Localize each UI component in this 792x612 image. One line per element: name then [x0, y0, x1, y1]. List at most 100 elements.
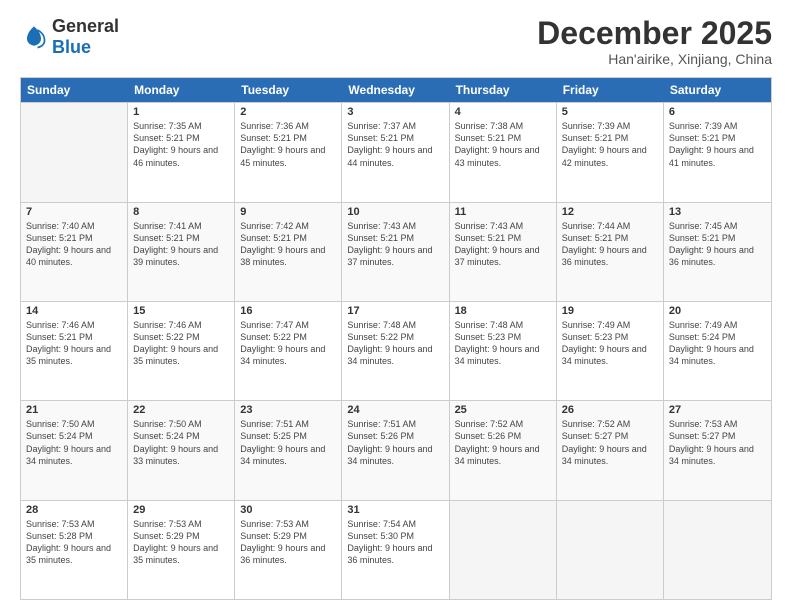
day-number: 30 [240, 504, 336, 516]
calendar: Sunday Monday Tuesday Wednesday Thursday… [20, 77, 772, 600]
day-number: 14 [26, 305, 122, 317]
day-number: 27 [669, 404, 766, 416]
day-number: 29 [133, 504, 229, 516]
table-row: 1Sunrise: 7:35 AMSunset: 5:21 PMDaylight… [128, 103, 235, 201]
day-number: 26 [562, 404, 658, 416]
calendar-row-3: 21 Sunrise: 7:50 AMSunset: 5:24 PMDayligh… [21, 400, 771, 499]
calendar-row-4: 28 Sunrise: 7:53 AMSunset: 5:28 PMDayligh… [21, 500, 771, 599]
day-number: 11 [455, 206, 551, 218]
table-row: 11Sunrise: 7:43 AMSunset: 5:21 PMDayligh… [450, 203, 557, 301]
calendar-body: 1Sunrise: 7:35 AMSunset: 5:21 PMDaylight… [21, 102, 771, 599]
table-row: 31Sunrise: 7:54 AMSunset: 5:30 PMDayligh… [342, 501, 449, 599]
table-row [664, 501, 771, 599]
logo-general: General [52, 16, 119, 36]
weekday-friday: Friday [557, 78, 664, 102]
table-row: 3 Sunrise: 7:37 AMSunset: 5:21 PMDaylight… [342, 103, 449, 201]
table-row: 16Sunrise: 7:47 AMSunset: 5:22 PMDayligh… [235, 302, 342, 400]
cell-info: Sunrise: 7:42 AMSunset: 5:21 PMDaylight:… [240, 220, 336, 269]
weekday-tuesday: Tuesday [235, 78, 342, 102]
table-row: 23 Sunrise: 7:51 AMSunset: 5:25 PMDayligh… [235, 401, 342, 499]
day-number: 21 [26, 404, 122, 416]
weekday-wednesday: Wednesday [342, 78, 449, 102]
day-number: 12 [562, 206, 658, 218]
table-row: 9Sunrise: 7:42 AMSunset: 5:21 PMDaylight… [235, 203, 342, 301]
day-number: 8 [133, 206, 229, 218]
location: Han'airike, Xinjiang, China [537, 51, 772, 67]
cell-info: Sunrise: 7:37 AMSunset: 5:21 PMDaylight:… [347, 120, 443, 169]
cell-info: Sunrise: 7:49 AMSunset: 5:24 PMDaylight:… [669, 319, 766, 368]
day-number: 10 [347, 206, 443, 218]
table-row: 5 Sunrise: 7:39 AMSunset: 5:21 PMDaylight… [557, 103, 664, 201]
cell-info: Sunrise: 7:53 AMSunset: 5:28 PMDaylight:… [26, 518, 122, 567]
day-number: 2 [240, 106, 336, 118]
cell-info: Sunrise: 7:39 AMSunset: 5:21 PMDaylight:… [669, 120, 766, 169]
header: General Blue December 2025 Han'airike, X… [20, 16, 772, 67]
table-row: 30 Sunrise: 7:53 AMSunset: 5:29 PMDayligh… [235, 501, 342, 599]
table-row: 26 Sunrise: 7:52 AMSunset: 5:27 PMDayligh… [557, 401, 664, 499]
cell-info: Sunrise: 7:50 AMSunset: 5:24 PMDaylight:… [26, 418, 122, 467]
table-row: 13 Sunrise: 7:45 AMSunset: 5:21 PMDayligh… [664, 203, 771, 301]
cell-info: Sunrise: 7:44 AMSunset: 5:21 PMDaylight:… [562, 220, 658, 269]
cell-info: Sunrise: 7:43 AMSunset: 5:21 PMDaylight:… [347, 220, 443, 269]
calendar-header: Sunday Monday Tuesday Wednesday Thursday… [21, 78, 771, 102]
table-row: 7 Sunrise: 7:40 AMSunset: 5:21 PMDaylight… [21, 203, 128, 301]
cell-info: Sunrise: 7:51 AMSunset: 5:25 PMDaylight:… [240, 418, 336, 467]
day-number: 4 [455, 106, 551, 118]
table-row: 21 Sunrise: 7:50 AMSunset: 5:24 PMDayligh… [21, 401, 128, 499]
calendar-row-2: 14Sunrise: 7:46 AMSunset: 5:21 PMDayligh… [21, 301, 771, 400]
table-row [450, 501, 557, 599]
cell-info: Sunrise: 7:54 AMSunset: 5:30 PMDaylight:… [347, 518, 443, 567]
month-title: December 2025 [537, 16, 772, 51]
table-row: 15Sunrise: 7:46 AMSunset: 5:22 PMDayligh… [128, 302, 235, 400]
day-number: 23 [240, 404, 336, 416]
table-row: 18 Sunrise: 7:48 AMSunset: 5:23 PMDayligh… [450, 302, 557, 400]
logo-text: General Blue [52, 16, 119, 58]
cell-info: Sunrise: 7:52 AMSunset: 5:27 PMDaylight:… [562, 418, 658, 467]
cell-info: Sunrise: 7:39 AMSunset: 5:21 PMDaylight:… [562, 120, 658, 169]
day-number: 3 [347, 106, 443, 118]
cell-info: Sunrise: 7:49 AMSunset: 5:23 PMDaylight:… [562, 319, 658, 368]
cell-info: Sunrise: 7:53 AMSunset: 5:29 PMDaylight:… [240, 518, 336, 567]
table-row: 19 Sunrise: 7:49 AMSunset: 5:23 PMDayligh… [557, 302, 664, 400]
day-number: 28 [26, 504, 122, 516]
day-number: 18 [455, 305, 551, 317]
weekday-saturday: Saturday [664, 78, 771, 102]
cell-info: Sunrise: 7:52 AMSunset: 5:26 PMDaylight:… [455, 418, 551, 467]
table-row: 24 Sunrise: 7:51 AMSunset: 5:26 PMDayligh… [342, 401, 449, 499]
cell-info: Sunrise: 7:48 AMSunset: 5:23 PMDaylight:… [455, 319, 551, 368]
cell-info: Sunrise: 7:41 AMSunset: 5:21 PMDaylight:… [133, 220, 229, 269]
day-number: 15 [133, 305, 229, 317]
calendar-row-1: 7 Sunrise: 7:40 AMSunset: 5:21 PMDaylight… [21, 202, 771, 301]
table-row: 14Sunrise: 7:46 AMSunset: 5:21 PMDayligh… [21, 302, 128, 400]
cell-info: Sunrise: 7:47 AMSunset: 5:22 PMDaylight:… [240, 319, 336, 368]
day-number: 19 [562, 305, 658, 317]
day-number: 5 [562, 106, 658, 118]
cell-info: Sunrise: 7:51 AMSunset: 5:26 PMDaylight:… [347, 418, 443, 467]
day-number: 1 [133, 106, 229, 118]
logo-icon [20, 23, 48, 51]
table-row: 27 Sunrise: 7:53 AMSunset: 5:27 PMDayligh… [664, 401, 771, 499]
day-number: 22 [133, 404, 229, 416]
day-number: 17 [347, 305, 443, 317]
table-row: 4 Sunrise: 7:38 AMSunset: 5:21 PMDaylight… [450, 103, 557, 201]
cell-info: Sunrise: 7:48 AMSunset: 5:22 PMDaylight:… [347, 319, 443, 368]
cell-info: Sunrise: 7:38 AMSunset: 5:21 PMDaylight:… [455, 120, 551, 169]
day-number: 13 [669, 206, 766, 218]
logo: General Blue [20, 16, 119, 58]
table-row: 17 Sunrise: 7:48 AMSunset: 5:22 PMDayligh… [342, 302, 449, 400]
table-row: 6 Sunrise: 7:39 AMSunset: 5:21 PMDaylight… [664, 103, 771, 201]
day-number: 6 [669, 106, 766, 118]
day-number: 24 [347, 404, 443, 416]
table-row: 22Sunrise: 7:50 AMSunset: 5:24 PMDayligh… [128, 401, 235, 499]
table-row: 29Sunrise: 7:53 AMSunset: 5:29 PMDayligh… [128, 501, 235, 599]
table-row [21, 103, 128, 201]
day-number: 7 [26, 206, 122, 218]
weekday-monday: Monday [128, 78, 235, 102]
cell-info: Sunrise: 7:40 AMSunset: 5:21 PMDaylight:… [26, 220, 122, 269]
cell-info: Sunrise: 7:53 AMSunset: 5:27 PMDaylight:… [669, 418, 766, 467]
cell-info: Sunrise: 7:45 AMSunset: 5:21 PMDaylight:… [669, 220, 766, 269]
day-number: 20 [669, 305, 766, 317]
table-row: 25Sunrise: 7:52 AMSunset: 5:26 PMDayligh… [450, 401, 557, 499]
table-row: 28 Sunrise: 7:53 AMSunset: 5:28 PMDayligh… [21, 501, 128, 599]
table-row: 20 Sunrise: 7:49 AMSunset: 5:24 PMDayligh… [664, 302, 771, 400]
